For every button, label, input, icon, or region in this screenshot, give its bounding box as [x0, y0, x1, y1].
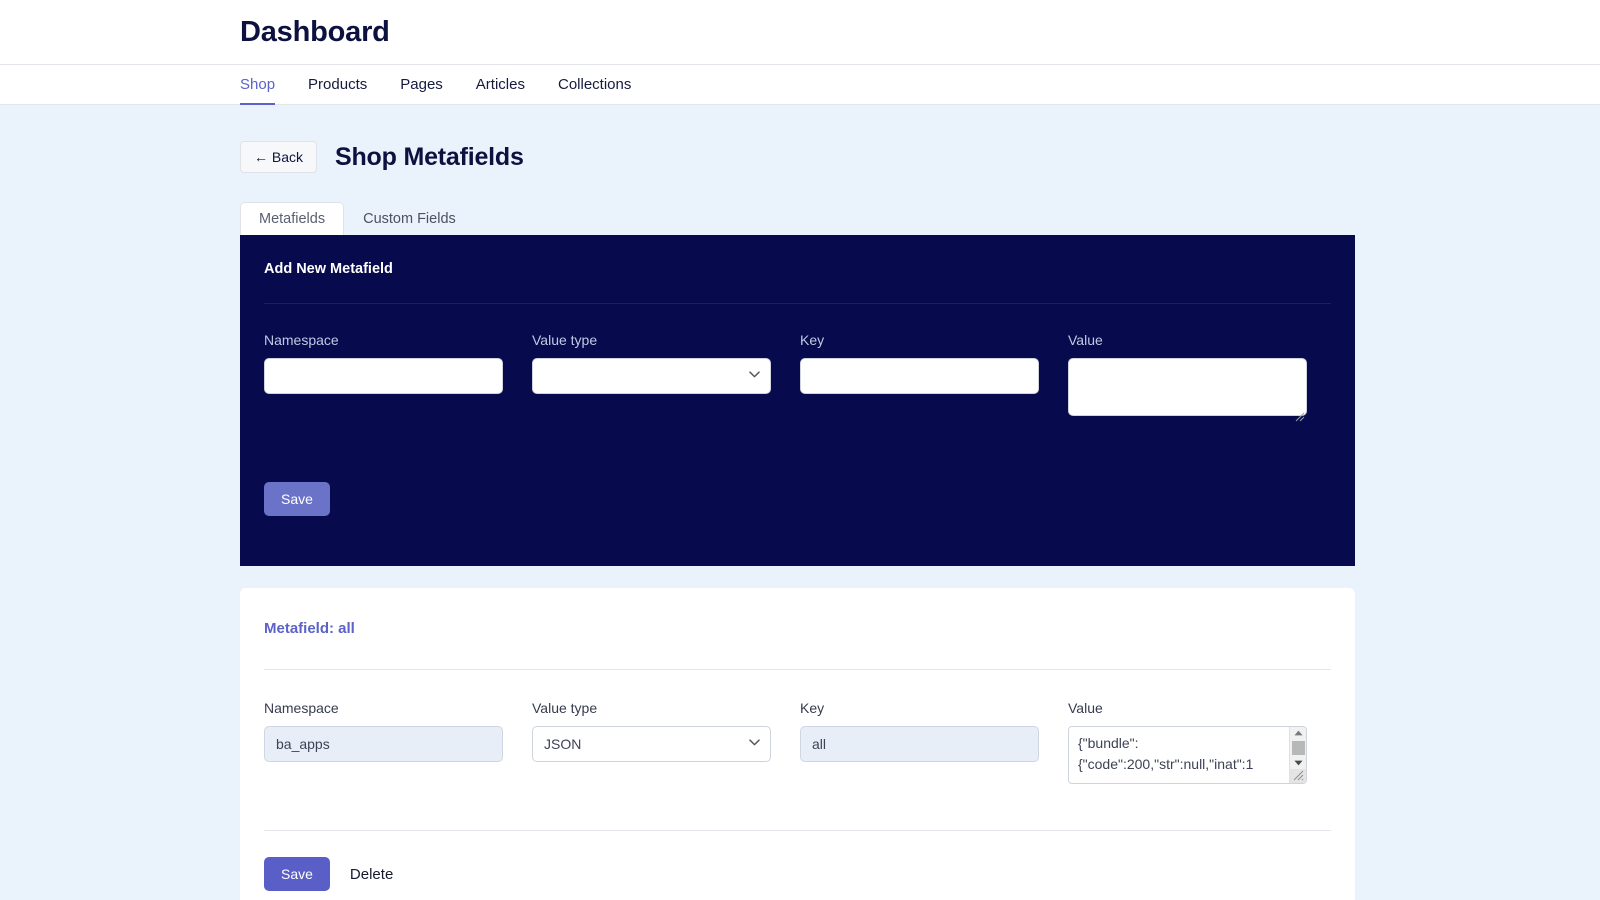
value-label: Value — [1068, 700, 1103, 716]
field-group-value: Value — [1068, 332, 1307, 422]
sub-tab-bar: Metafields Custom Fields — [240, 199, 1600, 235]
tab-label: Metafields — [259, 210, 326, 227]
field-group-value: Value {"bundle": {"code":200,"str":null,… — [1068, 700, 1307, 784]
page-header-row: ← Back Shop Metafields — [240, 141, 1600, 173]
field-group-value-type: Value type JSON — [532, 700, 771, 784]
nav-item-label: Articles — [475, 75, 525, 93]
value-type-label: Value type — [532, 332, 598, 348]
nav-item-pages[interactable]: Pages — [400, 67, 443, 106]
page-title-dashboard: Dashboard — [240, 15, 390, 48]
nav-item-label: Collections — [557, 75, 632, 93]
metafield-card-heading: Metafield: all — [264, 620, 355, 637]
divider — [264, 830, 1331, 831]
nav-item-collections[interactable]: Collections — [558, 67, 631, 106]
tab-custom-fields[interactable]: Custom Fields — [344, 202, 475, 236]
field-group-key: Key — [800, 332, 1039, 421]
namespace-label: Namespace — [264, 332, 339, 348]
textarea-scrollbar[interactable] — [1289, 727, 1306, 783]
nav-item-label: Pages — [400, 75, 443, 93]
value-textarea[interactable] — [1068, 358, 1307, 416]
page-title: Shop Metafields — [335, 142, 524, 171]
page-content: ← Back Shop Metafields Metafields Custom… — [0, 105, 1600, 900]
value-type-select[interactable]: JSON — [532, 726, 771, 762]
key-label: Key — [800, 700, 825, 716]
divider — [264, 303, 1331, 304]
scroll-up-arrow-icon[interactable] — [1293, 727, 1303, 739]
back-button[interactable]: ← Back — [240, 141, 318, 173]
key-label: Key — [800, 332, 825, 348]
nav-item-articles[interactable]: Articles — [476, 67, 525, 106]
metafield-card-actions: Save Delete — [264, 857, 1331, 891]
scrollbar-thumb[interactable] — [1291, 741, 1305, 755]
value-type-label: Value type — [532, 700, 598, 716]
divider — [264, 669, 1331, 670]
key-input[interactable] — [800, 358, 1039, 394]
nav-item-label: Shop — [240, 75, 276, 93]
field-group-namespace: Namespace — [264, 700, 503, 784]
value-textarea[interactable]: {"bundle": {"code":200,"str":null,"inat"… — [1069, 727, 1289, 783]
value-label: Value — [1068, 332, 1103, 348]
nav-item-label: Products — [308, 75, 368, 93]
namespace-label: Namespace — [264, 700, 339, 716]
namespace-input[interactable] — [264, 726, 503, 762]
value-textarea-container[interactable]: {"bundle": {"code":200,"str":null,"inat"… — [1068, 726, 1307, 784]
scroll-down-arrow-icon[interactable] — [1293, 757, 1303, 769]
edit-metafield-form: Namespace Value type JSON Key — [264, 700, 1331, 784]
metafield-card: Metafield: all Namespace Value type JSON — [240, 588, 1355, 900]
delete-metafield-button[interactable]: Delete — [350, 866, 393, 883]
primary-navigation: Shop Products Pages Articles Collections — [0, 65, 1600, 106]
key-input[interactable] — [800, 726, 1039, 762]
nav-item-shop[interactable]: Shop — [240, 67, 276, 106]
field-group-namespace: Namespace — [264, 332, 503, 421]
add-new-metafield-panel: Add New Metafield Namespace Value type K… — [240, 235, 1355, 566]
save-new-metafield-button[interactable]: Save — [264, 482, 330, 516]
add-metafield-form: Namespace Value type Key Value — [264, 332, 1331, 422]
nav-item-products[interactable]: Products — [308, 67, 367, 106]
tab-metafields[interactable]: Metafields — [240, 201, 345, 235]
resize-handle-icon[interactable] — [1289, 768, 1306, 783]
value-type-select[interactable] — [532, 358, 771, 394]
app-header: Dashboard — [0, 0, 1600, 65]
field-group-key: Key — [800, 700, 1039, 784]
tab-label: Custom Fields — [363, 210, 456, 227]
save-metafield-button[interactable]: Save — [264, 857, 330, 891]
namespace-input[interactable] — [264, 358, 503, 394]
add-panel-title: Add New Metafield — [264, 261, 393, 277]
field-group-value-type: Value type — [532, 332, 771, 421]
